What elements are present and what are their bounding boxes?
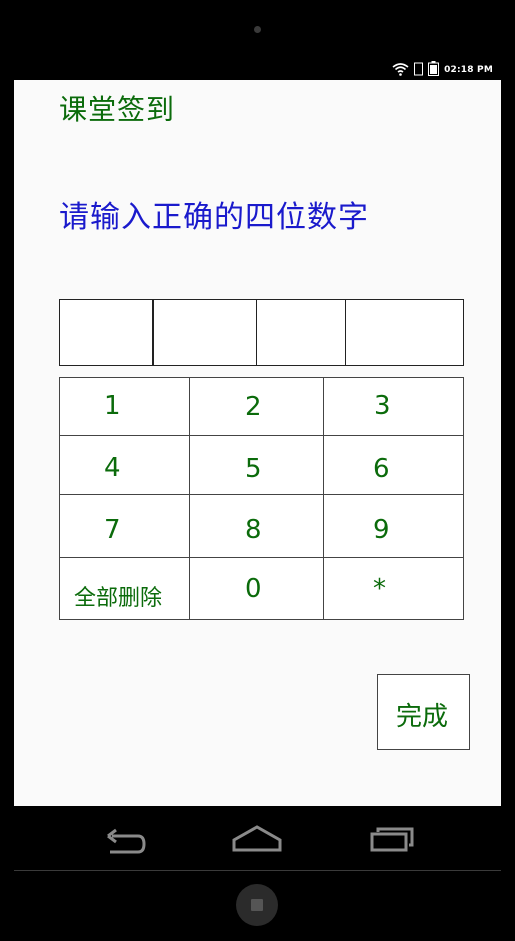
key-3-label: 3 (374, 391, 391, 421)
instruction-text: 请输入正确的四位数字 (59, 200, 369, 235)
key-star-label: * (373, 574, 386, 604)
device-frame: 02:18 PM 课堂签到 请输入正确的四位数字 1 2 3 4 5 6 7 8… (0, 0, 515, 941)
key-4[interactable]: 4 (59, 435, 190, 495)
key-star[interactable]: * (323, 557, 464, 620)
key-6[interactable]: 6 (323, 435, 464, 495)
status-bar: 02:18 PM (14, 59, 501, 80)
code-digit-4[interactable] (345, 299, 464, 366)
app-screen: 课堂签到 请输入正确的四位数字 1 2 3 4 5 6 7 8 9 全部删除 0… (14, 80, 501, 806)
key-0[interactable]: 0 (189, 557, 324, 620)
key-4-label: 4 (104, 453, 121, 483)
signal-icon (414, 61, 424, 80)
back-icon[interactable] (98, 820, 148, 860)
battery-icon (428, 60, 440, 80)
clear-all-button[interactable]: 全部删除 (59, 557, 190, 620)
done-button[interactable]: 完成 (377, 674, 470, 750)
navigation-bar (0, 806, 515, 870)
code-digit-2[interactable] (153, 299, 257, 366)
key-5[interactable]: 5 (189, 435, 324, 495)
key-8-label: 8 (245, 515, 262, 545)
key-3[interactable]: 3 (323, 377, 464, 436)
divider (14, 870, 501, 871)
recent-apps-icon[interactable] (368, 820, 420, 860)
stop-icon (251, 899, 263, 911)
done-button-label: 完成 (396, 702, 449, 732)
key-8[interactable]: 8 (189, 494, 324, 558)
code-digit-1[interactable] (59, 299, 153, 366)
key-9[interactable]: 9 (323, 494, 464, 558)
key-2[interactable]: 2 (189, 377, 324, 436)
status-time: 02:18 PM (444, 65, 493, 75)
key-7-label: 7 (104, 515, 121, 545)
key-1-label: 1 (104, 391, 121, 421)
key-9-label: 9 (373, 515, 390, 545)
key-5-label: 5 (245, 454, 262, 484)
hardware-home-button[interactable] (236, 884, 278, 926)
code-digit-3[interactable] (256, 299, 346, 366)
home-icon[interactable] (231, 820, 283, 860)
clear-all-label: 全部删除 (74, 586, 163, 611)
key-2-label: 2 (245, 392, 262, 422)
key-6-label: 6 (373, 454, 390, 484)
page-title: 课堂签到 (59, 93, 176, 126)
key-1[interactable]: 1 (59, 377, 190, 436)
key-7[interactable]: 7 (59, 494, 190, 558)
wifi-icon (392, 61, 409, 80)
camera-icon (254, 26, 261, 33)
key-0-label: 0 (245, 574, 262, 604)
